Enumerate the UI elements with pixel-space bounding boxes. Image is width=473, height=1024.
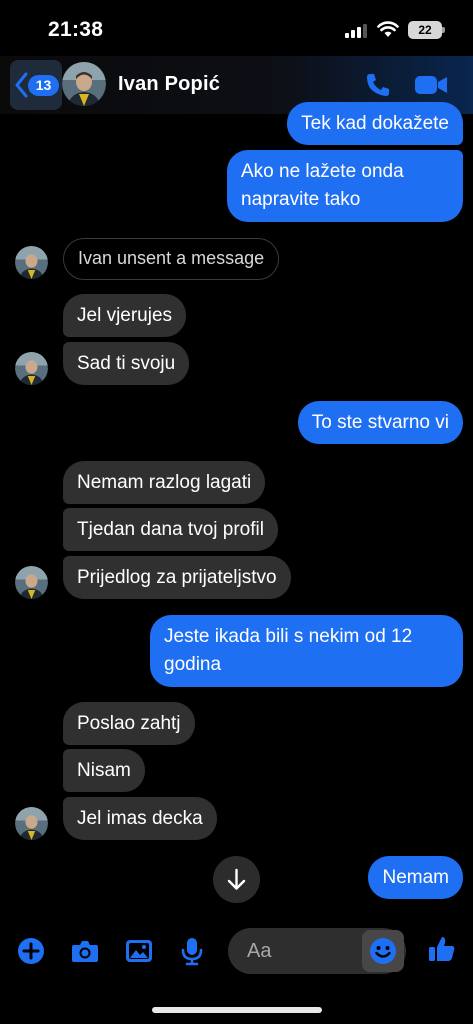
sender-avatar[interactable] [15,807,48,840]
phone-call-icon[interactable] [364,71,392,99]
camera-icon[interactable] [70,936,100,966]
incoming-message[interactable]: Sad ti svoju [63,342,190,385]
contact-avatar[interactable] [62,62,106,106]
incoming-message[interactable]: Nisam [63,749,145,792]
image-icon[interactable] [124,936,154,966]
wifi-icon [377,21,399,37]
thumbs-up-icon[interactable] [427,934,457,964]
sender-avatar[interactable] [15,566,48,599]
message-input[interactable]: Aa [228,928,406,974]
unread-count-badge: 13 [28,75,59,96]
status-bar: 21:38 22 [0,0,473,58]
chevron-left-icon [15,72,28,98]
outgoing-message[interactable]: Nemam [368,856,463,899]
outgoing-message[interactable]: Ako ne lažete onda napravite tako [227,150,463,222]
message-composer: Aa [0,922,473,982]
incoming-message[interactable]: Jel vjerujes [63,294,187,337]
outgoing-message[interactable]: To ste stvarno vi [297,401,463,444]
back-button[interactable]: 13 [10,60,62,110]
emoji-button[interactable] [362,930,404,972]
scroll-to-bottom-button[interactable] [213,856,260,903]
contact-name[interactable]: Ivan Popić [118,73,220,96]
battery-indicator: 22 [408,21,445,39]
incoming-message[interactable]: Poslao zahtj [63,702,195,745]
incoming-message[interactable]: Jel imas decka [63,797,217,840]
incoming-message[interactable]: Prijedlog za prijateljstvo [63,556,291,599]
message-input-placeholder: Aa [247,940,272,962]
video-call-icon[interactable] [414,73,448,97]
incoming-message[interactable]: Nemam razlog lagati [63,461,266,504]
plus-icon[interactable] [16,936,46,966]
emoji-icon [370,938,396,964]
outgoing-message[interactable]: Tek kad dokažete [287,102,463,145]
clock: 21:38 [48,18,104,41]
sender-avatar[interactable] [15,352,48,385]
outgoing-message[interactable]: Jeste ikada bili s nekim od 12 godina [150,615,463,687]
cellular-signal-icon [345,24,369,38]
sender-avatar[interactable] [15,246,48,279]
arrow-down-icon [227,868,246,890]
microphone-icon[interactable] [177,936,207,966]
incoming-message[interactable]: Tjedan dana tvoj profil [63,508,278,551]
home-indicator [152,1007,322,1013]
unsent-message-notice: Ivan unsent a message [63,238,280,280]
